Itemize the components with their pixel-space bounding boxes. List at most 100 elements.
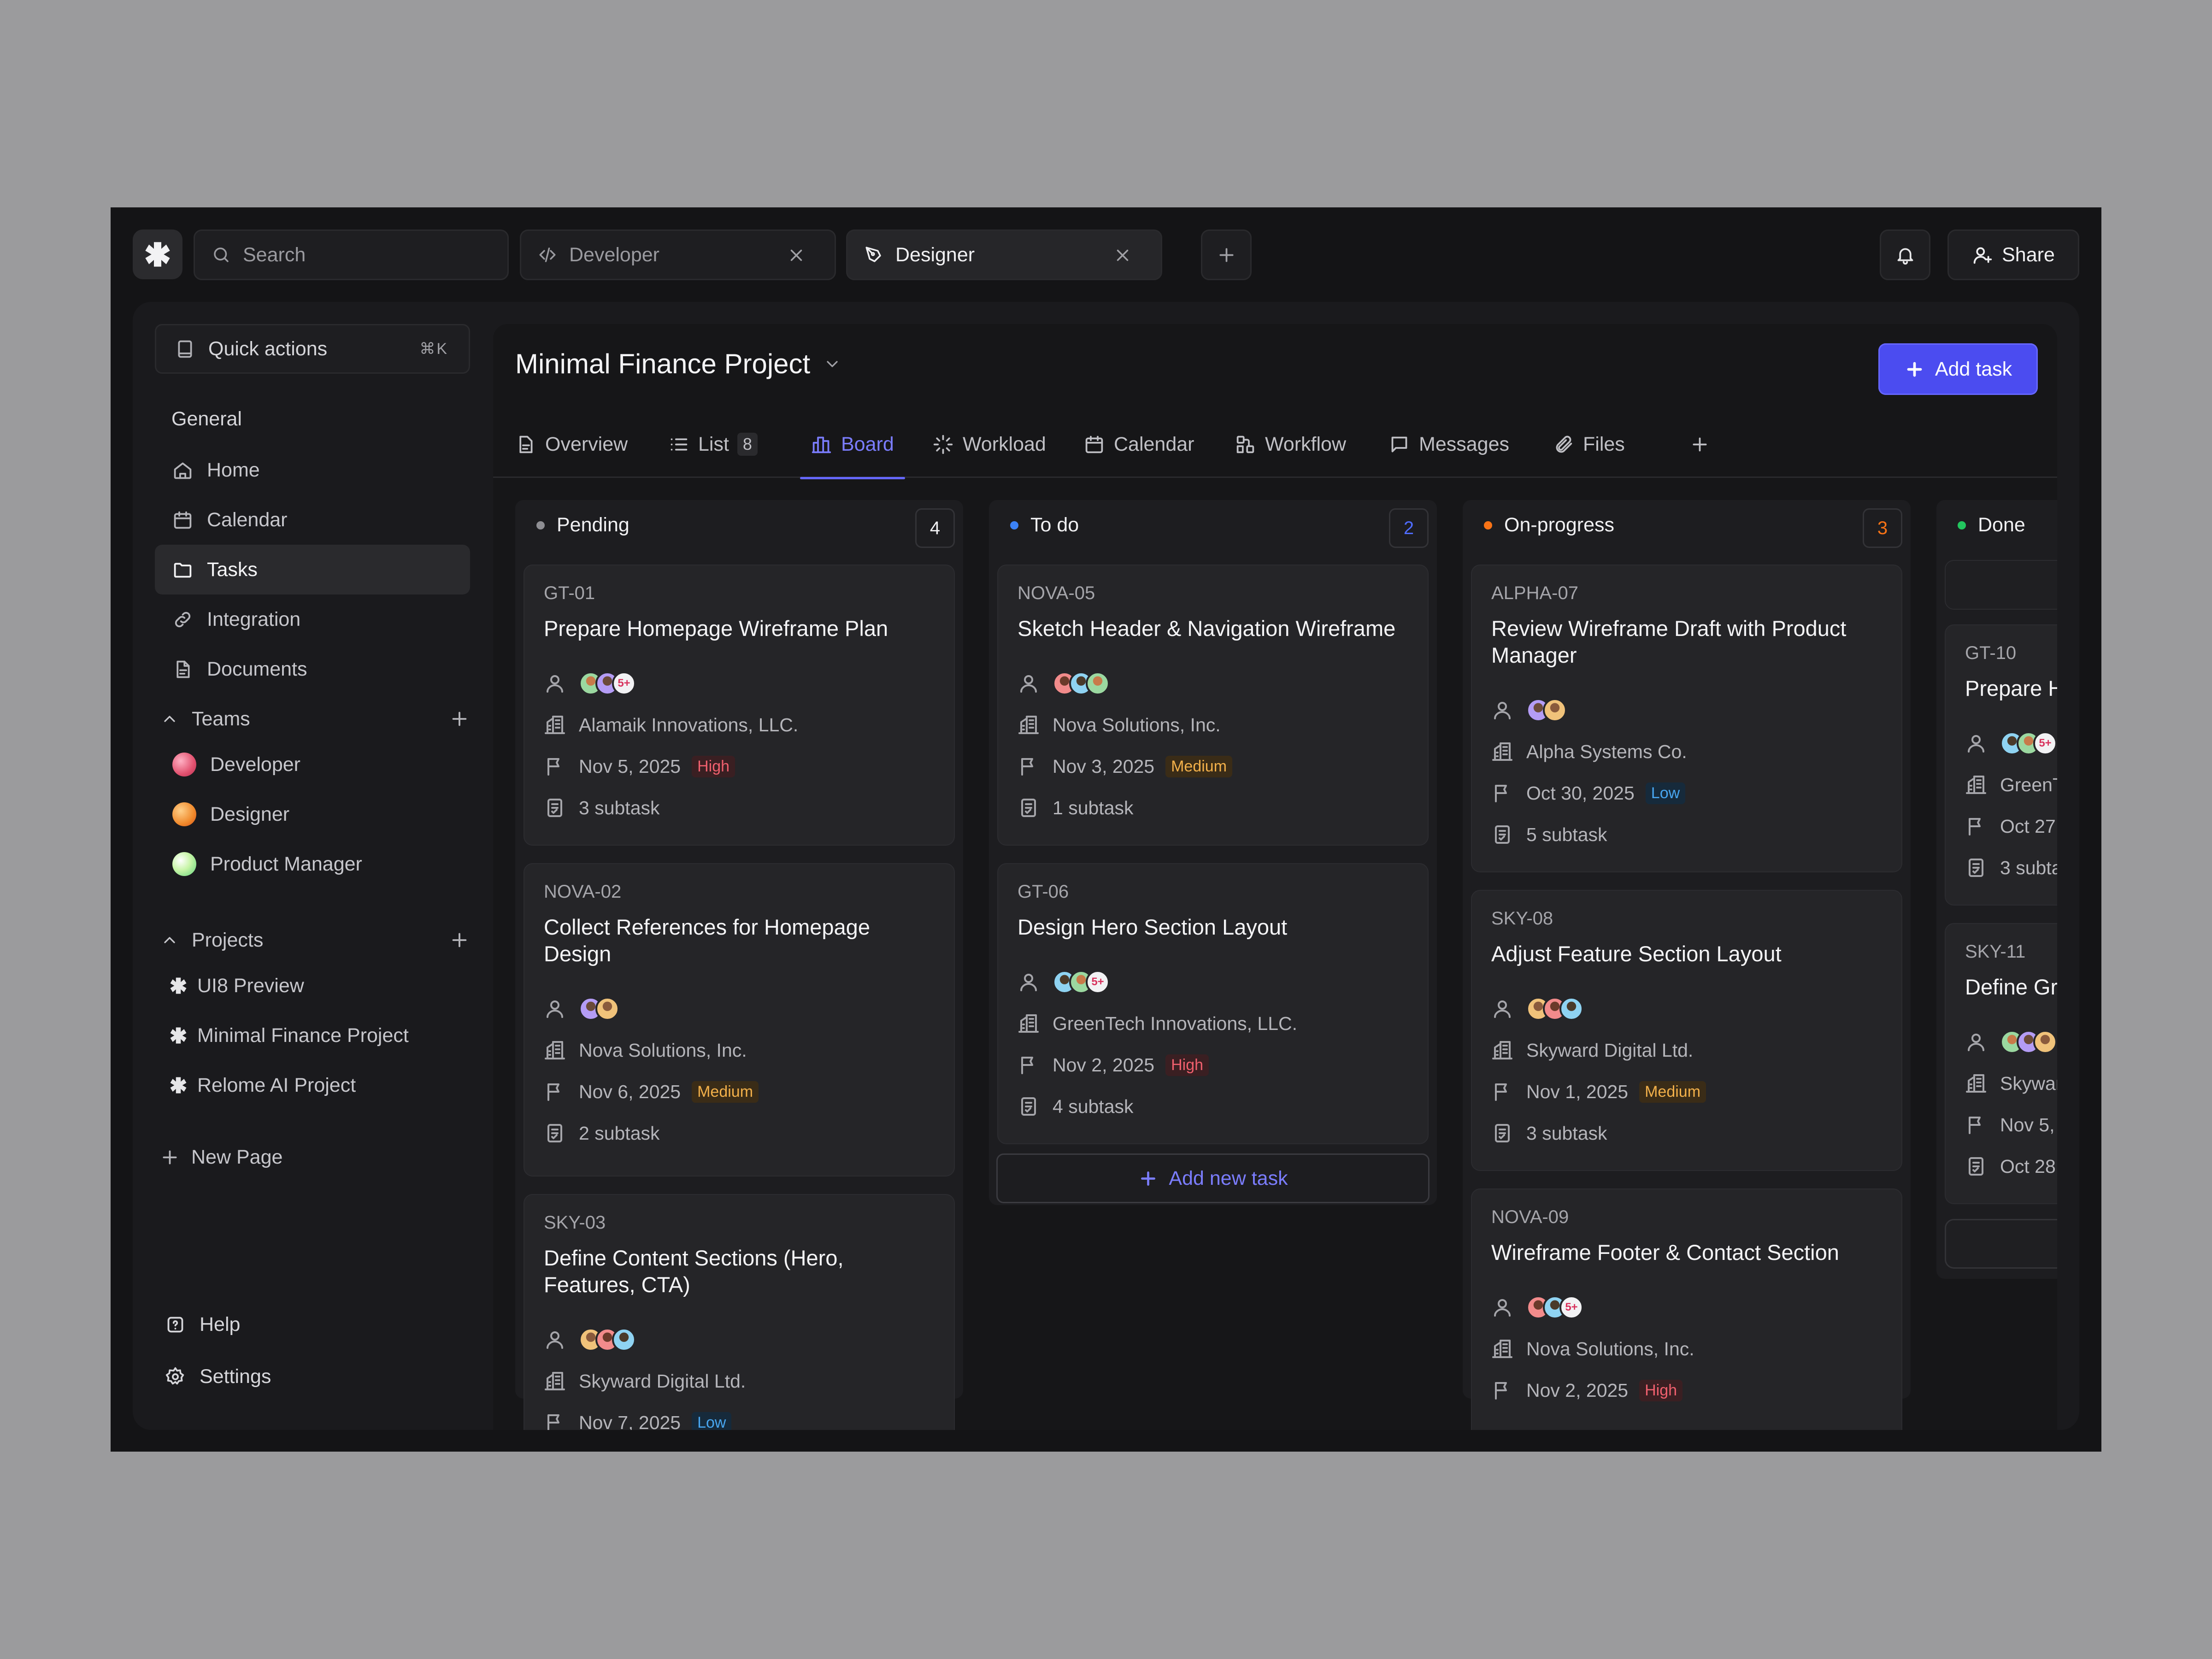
tab-board[interactable]: Board: [800, 411, 905, 479]
task-id: SKY-03: [544, 1212, 606, 1233]
add-view-button[interactable]: [1689, 411, 1719, 478]
sidebar-item-label: Integration: [207, 608, 301, 630]
company-row: GreenT: [1965, 774, 2057, 796]
sidebar-item-tasks[interactable]: Tasks: [155, 545, 470, 594]
user-icon: [1968, 735, 1984, 753]
subtask-row: 3 subtask: [544, 797, 660, 819]
tab-developer[interactable]: Developer: [520, 229, 836, 280]
list-count-badge: 8: [737, 433, 758, 456]
sidebar-item-project-ui8[interactable]: UI8 Preview: [155, 961, 470, 1011]
task-card[interactable]: GT-10 Prepare H 5+ GreenT Oct 27, 3 subta: [1945, 624, 2057, 906]
new-page-button[interactable]: New Page: [155, 1132, 470, 1182]
sidebar-item-project-minimal-finance[interactable]: Minimal Finance Project: [155, 1011, 470, 1060]
book-icon: [178, 340, 192, 358]
company-row: Alpha Systems Co.: [1491, 741, 1687, 763]
building-icon: [1018, 716, 1039, 734]
subtask-row: 3 subtask: [1491, 1122, 1607, 1144]
sidebar-item-documents[interactable]: Documents: [155, 644, 470, 694]
column-header: Pending: [536, 514, 629, 536]
sidebar-item-team-developer[interactable]: Developer: [155, 740, 470, 789]
tab-overview[interactable]: Overview: [515, 411, 628, 478]
settings-link[interactable]: Settings: [165, 1365, 271, 1388]
sidebar-item-team-product-manager[interactable]: Product Manager: [155, 839, 470, 889]
sidebar-item-team-designer[interactable]: Designer: [155, 789, 470, 839]
sidebar-item-label: Documents: [207, 658, 307, 680]
help-link[interactable]: Help: [165, 1313, 240, 1336]
plus-icon: [163, 1150, 177, 1164]
due-date: Nov 2, 2025: [1526, 1379, 1629, 1401]
task-card[interactable]: SKY-03 Define Content Sections (Hero, Fea…: [524, 1194, 955, 1430]
tab-workload[interactable]: Workload: [933, 411, 1046, 478]
sidebar-item-home[interactable]: Home: [155, 445, 470, 495]
app-logo[interactable]: [133, 229, 182, 279]
tab-designer[interactable]: Designer: [846, 229, 1162, 280]
avatar: [1086, 671, 1110, 695]
section-general: General: [171, 408, 242, 430]
task-card[interactable]: SKY-08 Adjust Feature Section Layout Skywa…: [1471, 890, 1902, 1171]
add-team-icon[interactable]: [449, 708, 470, 729]
tab-messages[interactable]: Messages: [1389, 411, 1509, 478]
task-card[interactable]: GT-01 Prepare Homepage Wireframe Plan 5+ Al…: [524, 565, 955, 846]
sidebar-item-calendar[interactable]: Calendar: [155, 495, 470, 545]
task-card[interactable]: SKY-11 Define Gri Skywar Nov 5, Oct 28: [1945, 923, 2057, 1204]
flag-icon: [1495, 785, 1507, 802]
subtask-row: 2 subtask: [544, 1122, 660, 1144]
help-label: Help: [200, 1313, 241, 1335]
new-tab-button[interactable]: [1201, 229, 1252, 280]
tab-list[interactable]: List 8: [668, 411, 758, 478]
tab-files[interactable]: Files: [1553, 411, 1625, 478]
quick-actions-button[interactable]: Quick actions ⌘K: [155, 324, 470, 374]
column-title: Pending: [557, 514, 629, 536]
user-icon: [547, 1000, 563, 1018]
sidebar-item-label: Minimal Finance Project: [197, 1024, 409, 1047]
subtask-count: 3 subtask: [579, 797, 660, 818]
add-user-icon: [1973, 247, 1992, 264]
team-avatar: [172, 852, 196, 876]
tab-label: Workflow: [1265, 433, 1347, 455]
sidebar-item-project-relome[interactable]: Relome AI Project: [155, 1060, 470, 1110]
home-icon: [174, 462, 192, 479]
more-assignees-badge[interactable]: 5+: [612, 671, 636, 695]
flag-icon: [1495, 1382, 1507, 1400]
task-card[interactable]: NOVA-05 Sketch Header & Navigation Wirefr…: [997, 565, 1429, 846]
add-new-task-button[interactable]: Add new task: [996, 1153, 1430, 1203]
teams-label: Teams: [192, 707, 250, 730]
assignees-row: [1491, 997, 1583, 1021]
task-card[interactable]: GT-06 Design Hero Section Layout 5+ GreenTe…: [997, 863, 1429, 1144]
projects-label: Projects: [192, 929, 264, 951]
company-name: Skyward Digital Ltd.: [1526, 1039, 1694, 1061]
due-date-row: Nov 2, 2025 High: [1491, 1379, 1683, 1401]
add-task-button[interactable]: Add task: [1878, 343, 2038, 395]
more-assignees-badge[interactable]: 5+: [1086, 970, 1110, 994]
calendar-icon: [174, 511, 192, 529]
sidebar-item-integration[interactable]: Integration: [155, 594, 470, 644]
company-row: GreenTech Innovations, LLC.: [1018, 1012, 1297, 1035]
close-icon[interactable]: [1113, 246, 1132, 265]
search-input[interactable]: Search: [194, 229, 509, 280]
share-button[interactable]: Share: [1947, 229, 2079, 280]
more-assignees-badge[interactable]: 5+: [2033, 731, 2057, 755]
task-card[interactable]: ALPHA-07 Review Wireframe Draft with Prod…: [1471, 565, 1902, 872]
tab-calendar[interactable]: Calendar: [1084, 411, 1194, 478]
projects-group-header[interactable]: Projects: [155, 922, 470, 959]
tab-workflow[interactable]: Workflow: [1235, 411, 1346, 478]
task-card[interactable]: NOVA-09 Wireframe Footer & Contact Sectio…: [1471, 1188, 1902, 1430]
task-id: SKY-11: [1965, 941, 2026, 962]
teams-group-header[interactable]: Teams: [155, 700, 470, 737]
assignees-row: 5+: [1491, 1295, 1583, 1319]
due-date-row: Nov 5,: [1965, 1114, 2055, 1136]
sidebar-item-label: Developer: [210, 753, 300, 776]
due-date-row: Nov 6, 2025 Medium: [544, 1081, 759, 1103]
user-icon: [1494, 1299, 1511, 1317]
task-id: GT-06: [1018, 882, 1069, 902]
more-assignees-badge[interactable]: 5+: [1559, 1295, 1583, 1319]
notifications-button[interactable]: [1880, 229, 1930, 280]
close-icon[interactable]: [787, 246, 806, 265]
project-title-dropdown[interactable]: Minimal Finance Project: [515, 348, 841, 380]
task-card[interactable]: NOVA-02 Collect References for Homepage D…: [524, 863, 955, 1177]
company-name: Alamaik Innovations, LLC.: [579, 714, 799, 735]
task-title: Prepare Homepage Wireframe Plan: [544, 616, 888, 641]
add-project-icon[interactable]: [449, 930, 470, 951]
column-title: To do: [1030, 514, 1079, 536]
subtask-row: 3 subta: [1965, 857, 2057, 879]
